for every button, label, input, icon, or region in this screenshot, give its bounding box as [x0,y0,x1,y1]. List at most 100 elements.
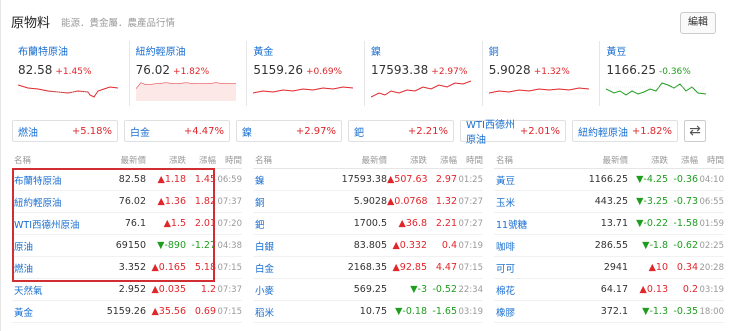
latest-price: 569.25 [353,284,387,295]
commodity-name[interactable]: 黃金 [12,305,90,319]
chip-change: +2.01% [519,125,560,137]
chip-change: +2.21% [407,125,448,137]
table-row[interactable]: 銅 5.9028 ▲0.0768 1.32 07:27 [253,191,483,213]
commodity-name[interactable]: WTI西德州原油 [12,217,90,231]
latest-price: 13.71 [600,218,628,229]
commodity-name[interactable]: 白金 [253,261,331,275]
update-time: 07:15 [217,262,243,273]
latest-price: 443.25 [594,196,628,207]
mover-chip[interactable]: 燃油 +5.18% [12,120,118,142]
chip-name: 鎳 [242,127,252,139]
commodity-name[interactable]: 11號糖 [494,217,572,231]
update-time: 07:20 [217,218,243,229]
commodity-card[interactable]: 銅 5.9028 +1.32% [483,41,601,106]
table-row[interactable]: 紐約輕原油 76.02 ▲1.36 1.82 07:37 [12,191,242,213]
column-header-change: 漲跌 [168,156,186,166]
price-change: ▼-1.8 [642,240,668,251]
update-time: 01:59 [699,218,725,229]
table-row[interactable]: 原油 69150 ▼-890 -1.27 04:38 [12,235,242,257]
table-row[interactable]: 小麥 569.25 ▼-3 -0.52 22:34 [253,279,483,301]
card-name[interactable]: 紐約輕原油 [136,46,247,59]
card-name[interactable]: 黃金 [253,46,364,59]
table-row[interactable]: 白銀 83.805 ▲0.332 0.4 07:19 [253,235,483,257]
commodity-card[interactable]: 紐約輕原油 76.02 +1.82% [130,41,248,106]
table-row[interactable]: 黃金 5159.26 ▲35.56 0.69 07:15 [12,301,242,323]
update-time: 01:25 [458,174,484,185]
commodity-card[interactable]: 黃豆 1166.25 -0.36% [600,41,717,106]
mover-chip[interactable]: 鈀 +2.21% [348,120,454,142]
table-row[interactable]: 天然氣 2.952 ▲0.035 1.2 07:37 [12,279,242,301]
commodity-name[interactable]: 銅 [253,195,331,209]
column-header-pct: 漲幅 [439,156,457,166]
commodity-name[interactable]: 稻米 [253,305,331,319]
swap-icon[interactable]: ⇄ [684,120,706,142]
commodity-card[interactable]: 黃金 5159.26 +0.69% [247,41,366,106]
sparkline-chart [488,87,589,95]
percent-change: -0.36 [673,174,698,185]
latest-price: 286.55 [594,240,628,251]
commodity-name[interactable]: 小麥 [253,283,331,297]
table-row[interactable]: 鎳 17593.38 ▲507.63 2.97 01:25 [253,169,483,191]
update-time: 04:38 [217,240,243,251]
card-change: +1.45% [55,67,92,77]
update-time: 07:37 [217,284,243,295]
commodity-name[interactable]: 玉米 [494,195,572,209]
commodity-name[interactable]: 原油 [12,239,90,253]
sparkline-chart [371,80,472,98]
commodity-name[interactable]: 咖啡 [494,239,572,253]
table-row[interactable]: 燃油 3.352 ▲0.165 5.18 07:15 [12,257,242,279]
mover-chip[interactable]: 白金 +4.47% [124,120,230,142]
update-time: 20:28 [699,262,725,273]
card-name[interactable]: 布蘭特原油 [18,46,129,59]
commodity-name[interactable]: 紐約輕原油 [12,195,90,209]
mover-chip[interactable]: WTI西德州原油 +2.01% [460,120,566,146]
latest-price: 76.02 [118,196,146,207]
commodity-name[interactable]: 黃豆 [494,173,572,187]
table-row[interactable]: 白金 2168.35 ▲92.85 4.47 07:15 [253,257,483,279]
commodity-card[interactable]: 鎳 17593.38 +2.97% [365,41,483,106]
commodity-name[interactable]: 布蘭特原油 [12,173,90,187]
update-time: 07:27 [458,218,484,229]
table-row[interactable]: 可可 2941 ▲10 0.34 20:28 [494,257,724,279]
commodity-name[interactable]: 鈀 [253,217,331,231]
table-row[interactable]: 棉花 64.17 ▲0.13 0.2 03:19 [494,279,724,301]
commodity-name[interactable]: 白銀 [253,239,331,253]
commodity-name[interactable]: 燃油 [12,261,90,275]
commodity-card[interactable]: 布蘭特原油 82.58 +1.45% [12,41,130,106]
commodity-name[interactable]: 可可 [494,261,572,275]
panel-subtitle: 能源．貴金屬．農產品行情 [61,18,176,29]
commodity-name[interactable]: 鎳 [253,173,331,187]
update-time: 03:19 [699,284,725,295]
latest-price: 82.58 [118,174,146,185]
commodity-name[interactable]: 橡膠 [494,305,572,319]
card-name[interactable]: 黃豆 [606,46,717,59]
table-row[interactable]: WTI西德州原油 76.1 ▲1.5 2.01 07:20 [12,213,242,235]
percent-change: 5.18 [194,262,216,273]
update-time: 07:15 [217,306,243,317]
table-row[interactable]: 橡膠 372.1 ▼-1.3 -0.35 18:00 [494,301,724,323]
commodity-name[interactable]: 棉花 [494,283,572,297]
percent-change: -0.35 [673,306,698,317]
column-header-change: 漲跌 [409,156,427,166]
table-row[interactable]: 咖啡 286.55 ▼-1.8 -0.62 02:25 [494,235,724,257]
chip-name: 白金 [130,127,150,139]
card-name[interactable]: 銅 [489,46,600,59]
latest-price: 64.17 [600,284,628,295]
table-row[interactable]: 稻米 10.75 ▼-0.18 -1.65 03:19 [253,301,483,323]
card-name[interactable]: 鎳 [371,46,482,59]
table-row[interactable]: 鈀 1700.5 ▲36.8 2.21 07:27 [253,213,483,235]
commodity-cards: 布蘭特原油 82.58 +1.45% 紐約輕原油 76.02 +1.82% 黃金 5… [12,41,717,106]
mover-chip[interactable]: 鎳 +2.97% [236,120,342,142]
price-change: ▼-890 [157,240,186,251]
latest-price: 69150 [115,240,146,251]
table-row[interactable]: 布蘭特原油 82.58 ▲1.18 1.45 06:59 [12,169,242,191]
commodity-name[interactable]: 天然氣 [12,283,90,297]
edit-button[interactable]: 編輯 [680,12,716,34]
latest-price: 3.352 [118,262,146,273]
latest-price: 10.75 [359,306,387,317]
column-header-time: 時間 [224,156,242,166]
mover-chip[interactable]: 紐約輕原油 +1.82% [572,120,678,142]
table-row[interactable]: 黃豆 1166.25 ▼-4.25 -0.36 04:10 [494,169,724,191]
table-row[interactable]: 11號糖 13.71 ▼-0.22 -1.58 01:59 [494,213,724,235]
table-row[interactable]: 玉米 443.25 ▼-3.25 -0.73 06:55 [494,191,724,213]
